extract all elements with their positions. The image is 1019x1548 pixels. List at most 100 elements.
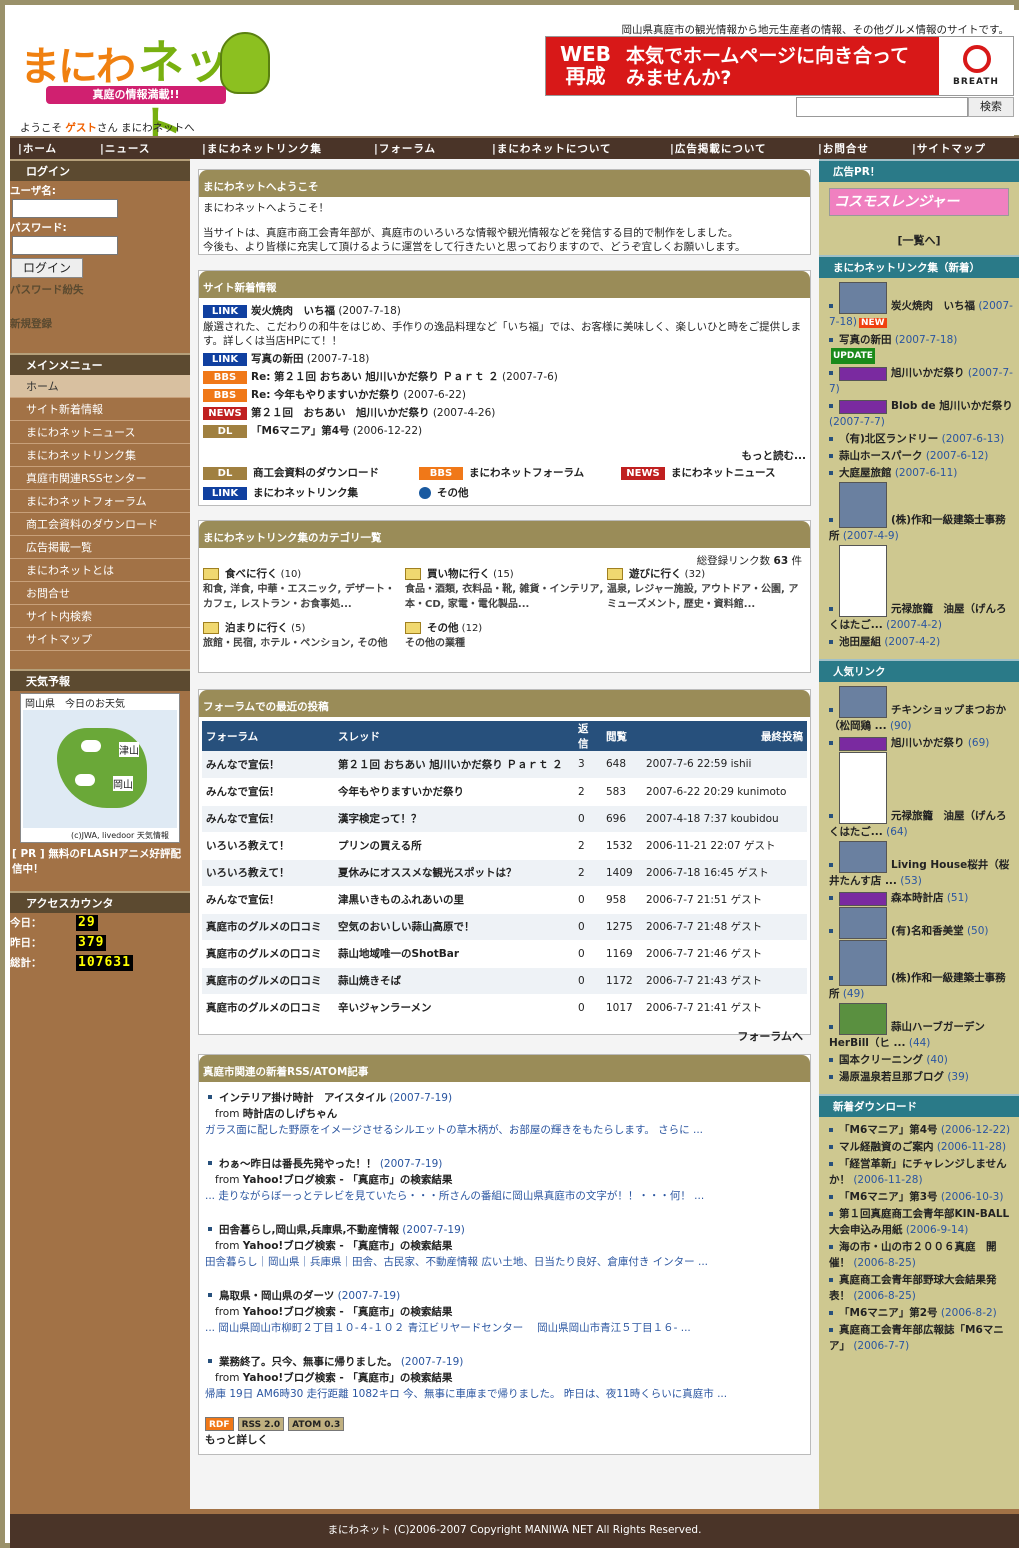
- forum-name[interactable]: いろいろ教えて！: [202, 832, 334, 860]
- download-item[interactable]: 第１回真庭商工会青年部KIN-BALL大会申込み用紙 (2006-9-14): [819, 1206, 1019, 1238]
- menu-item[interactable]: ホーム: [10, 375, 190, 398]
- lost-password-link[interactable]: パスワード紛失: [10, 282, 190, 297]
- new-link-item[interactable]: （有)北区ランドリー (2007-6-13): [819, 431, 1019, 447]
- rss-item[interactable]: わぁ〜昨日は番長先発やった！！ (2007-7-19) from Yahoo!ブロ…: [205, 1156, 806, 1204]
- new-link-item[interactable]: 元禄旅籠 油屋（げんろくはたご... (2007-4-2): [819, 545, 1019, 633]
- menu-item[interactable]: 真庭市関連RSSセンター: [10, 467, 190, 490]
- nav-item-home[interactable]: |ホーム: [18, 141, 57, 156]
- forum-thread[interactable]: 蒜山焼きそば: [334, 967, 574, 995]
- nav-item-contact[interactable]: |お問合せ: [818, 141, 869, 156]
- rss-item[interactable]: インテリア掛け時計 アイスタイル (2007-7-19) from 時計店のしげち…: [205, 1090, 806, 1138]
- legend-item[interactable]: LINK まにわネットリンク集: [203, 485, 358, 500]
- popular-link-item[interactable]: Living House桜井（桜井たんす店 ... (53): [819, 841, 1019, 889]
- menu-item[interactable]: サイトマップ: [10, 628, 190, 651]
- feed-badge-1[interactable]: RSS 2.0: [237, 1417, 285, 1431]
- forum-name[interactable]: みんなで宣伝！: [202, 751, 334, 779]
- forum-row[interactable]: いろいろ教えて！ 夏休みにオススメな観光スポットは？ 2 1409 2006-7-18 …: [202, 859, 807, 887]
- popular-link-item[interactable]: 国本クリーニング (40): [819, 1052, 1019, 1068]
- forum-row[interactable]: みんなで宣伝！ 津黒いきものふれあいの里 0 958 2006-7-7 21:51 ゲス…: [202, 886, 807, 914]
- download-item[interactable]: 海の市・山の市２００６真庭 開催！ (2006-8-25): [819, 1239, 1019, 1271]
- new-link-item[interactable]: 池田屋組 (2007-4-2): [819, 634, 1019, 650]
- news-item[interactable]: LINK 炭火焼肉 いち福 (2007-7-18): [203, 302, 806, 320]
- site-logo[interactable]: まにわ ネット 真庭の情報満載!!: [20, 26, 270, 155]
- menu-item[interactable]: お問合せ: [10, 582, 190, 605]
- forum-thread[interactable]: 空気のおいしい蒜山高原で！: [334, 913, 574, 941]
- download-item[interactable]: マル経融資のご案内 (2006-11-28): [819, 1139, 1019, 1155]
- forum-name[interactable]: 真庭市のグルメの口コミ: [202, 994, 334, 1022]
- forum-thread[interactable]: 夏休みにオススメな観光スポットは？: [334, 859, 574, 887]
- forum-thread[interactable]: 津黒いきものふれあいの里: [334, 886, 574, 914]
- menu-item[interactable]: まにわネットフォーラム: [10, 490, 190, 513]
- menu-item[interactable]: まにわネットリンク集: [10, 444, 190, 467]
- forum-row[interactable]: いろいろ教えて！ プリンの買える所 2 1532 2006-11-21 22:07 ゲス…: [202, 832, 807, 860]
- rss-more-link[interactable]: もっと詳しく: [205, 1432, 806, 1448]
- forum-thread[interactable]: 漢字検定って！？: [334, 805, 574, 833]
- forum-name[interactable]: いろいろ教えて！: [202, 859, 334, 887]
- register-link[interactable]: 新規登録: [10, 316, 190, 331]
- ad-banner-cosmos[interactable]: コスモスレンジャー: [829, 188, 1009, 216]
- news-item[interactable]: NEWS 第２１回 おちあい 旭川いかだ祭り (2007-4-26): [203, 404, 806, 422]
- forum-name[interactable]: みんなで宣伝！: [202, 778, 334, 806]
- download-item[interactable]: 「経営革新」にチャレンジしませんか！ (2006-11-28): [819, 1156, 1019, 1188]
- new-link-item[interactable]: Blob de 旭川いかだ祭り (2007-7-7): [819, 398, 1019, 430]
- forum-name[interactable]: 真庭市のグルメの口コミ: [202, 967, 334, 995]
- forum-row[interactable]: みんなで宣伝！ 漢字検定って！？ 0 696 2007-4-18 7:37 koubid…: [202, 805, 807, 833]
- password-field[interactable]: [12, 236, 118, 255]
- search-input[interactable]: [796, 97, 968, 117]
- menu-item[interactable]: 広告掲載一覧: [10, 536, 190, 559]
- popular-link-item[interactable]: 湯原温泉若旦那ブログ (39): [819, 1069, 1019, 1085]
- forum-row[interactable]: 真庭市のグルメの口コミ 辛いジャンラーメン 0 1017 2006-7-7 21:41 …: [202, 994, 807, 1022]
- popular-link-item[interactable]: 元禄旅籠 油屋（げんろくはたご... (64): [819, 752, 1019, 840]
- popular-link-item[interactable]: (株)作和一級建築士事務所 (49): [819, 940, 1019, 1002]
- new-link-item[interactable]: (株)作和一級建築士事務所 (2007-4-9): [819, 482, 1019, 544]
- category-item[interactable]: 泊まりに行く (5) 旅館・民宿, ホテル・ペンション, その他: [203, 621, 403, 651]
- legend-item[interactable]: BBS まにわネットフォーラム: [419, 465, 584, 480]
- popular-link-item[interactable]: (有)名和香美堂 (50): [819, 907, 1019, 939]
- rss-item[interactable]: 田舎暮らし,岡山県,兵庫県,不動産情報 (2007-7-19) from Yaho…: [205, 1222, 806, 1270]
- pr-link[interactable]: [ PR ] 無料のFLASHアニメ好評配信中！: [10, 843, 190, 881]
- username-field[interactable]: [12, 199, 118, 218]
- forum-row[interactable]: 真庭市のグルメの口コミ 蒜山地域唯一のShotBar 0 1169 2006-7-7 2…: [202, 940, 807, 968]
- menu-item[interactable]: まにわネットニュース: [10, 421, 190, 444]
- new-link-item[interactable]: 蒜山ホースパーク (2007-6-12): [819, 448, 1019, 464]
- forum-more-link[interactable]: フォーラムへ: [202, 1022, 807, 1044]
- new-link-item[interactable]: 旭川いかだ祭り (2007-7-7): [819, 365, 1019, 397]
- new-link-item[interactable]: 大庭屋旅館 (2007-6-11): [819, 465, 1019, 481]
- download-item[interactable]: 真庭商工会青年部野球大会結果発表！ (2006-8-25): [819, 1272, 1019, 1304]
- download-item[interactable]: 「M6マニア」第3号 (2006-10-3): [819, 1189, 1019, 1205]
- category-item[interactable]: 買い物に行く (15) 食品・酒類, 衣料品・靴, 雑貨・インテリア, 本・CD,…: [405, 567, 605, 612]
- popular-link-item[interactable]: チキンショップまつおか（松岡鶏 ... (90): [819, 686, 1019, 734]
- new-link-item[interactable]: 写真の新田 (2007-7-18) UPDATE: [819, 332, 1019, 364]
- search-button[interactable]: 検索: [968, 97, 1014, 117]
- ad-banner-breath[interactable]: WEB 再成 本気でホームページに向き合ってみませんか? BREATH: [545, 36, 1014, 96]
- nav-item-news[interactable]: |ニュース: [100, 141, 150, 156]
- nav-item-sitemap[interactable]: |サイトマップ: [912, 141, 986, 156]
- menu-item[interactable]: 商工会資料のダウンロード: [10, 513, 190, 536]
- legend-item[interactable]: NEWS まにわネットニュース: [621, 465, 775, 480]
- download-item[interactable]: 真庭商工会青年部広報誌「M6マニア」 (2006-7-7): [819, 1322, 1019, 1354]
- new-link-item[interactable]: 炭火焼肉 いち福 (2007-7-18) NEW: [819, 282, 1019, 331]
- popular-link-item[interactable]: 旭川いかだ祭り (69): [819, 735, 1019, 751]
- forum-name[interactable]: 真庭市のグルメの口コミ: [202, 913, 334, 941]
- menu-item[interactable]: サイト内検索: [10, 605, 190, 628]
- news-item[interactable]: DL 「M6マニア」第4号 (2006-12-22): [203, 422, 806, 440]
- login-button[interactable]: ログイン: [11, 258, 83, 278]
- category-item[interactable]: 食べに行く (10) 和食, 洋食, 中華・エスニック, デザート・カフェ, レス…: [203, 567, 403, 612]
- nav-item-forum[interactable]: |フォーラム: [374, 141, 436, 156]
- feed-badge-2[interactable]: ATOM 0.3: [288, 1417, 345, 1431]
- forum-thread[interactable]: 蒜山地域唯一のShotBar: [334, 940, 574, 968]
- rss-item[interactable]: 業務終了。只今、無事に帰りました。 (2007-7-19) from Yahoo!…: [205, 1354, 806, 1402]
- menu-item[interactable]: サイト新着情報: [10, 398, 190, 421]
- news-item[interactable]: LINK 写真の新田 (2007-7-18): [203, 350, 806, 368]
- news-item[interactable]: BBS Re: 第２１回 おちあい 旭川いかだ祭り Ｐａｒｔ ２ (2007-7-…: [203, 368, 806, 386]
- legend-item[interactable]: その他: [419, 485, 469, 500]
- download-item[interactable]: 「M6マニア」第2号 (2006-8-2): [819, 1305, 1019, 1321]
- forum-name[interactable]: みんなで宣伝！: [202, 805, 334, 833]
- feed-badge-0[interactable]: RDF: [205, 1417, 234, 1431]
- weather-widget[interactable]: 岡山県 今日のお天気 津山 岡山 (c)JWA, livedoor 天気情報: [20, 693, 180, 843]
- nav-item-links[interactable]: |まにわネットリンク集: [202, 141, 322, 156]
- category-item[interactable]: 遊びに行く (32) 温泉, レジャー施設, アウトドア・公園, アミューズメント…: [607, 567, 807, 612]
- nav-item-ads[interactable]: |広告掲載について: [670, 141, 767, 156]
- menu-item[interactable]: まにわネットとは: [10, 559, 190, 582]
- forum-row[interactable]: みんなで宣伝！ 第２１回 おちあい 旭川いかだ祭り Ｐａｒｔ ２ 3 648 2007-…: [202, 751, 807, 779]
